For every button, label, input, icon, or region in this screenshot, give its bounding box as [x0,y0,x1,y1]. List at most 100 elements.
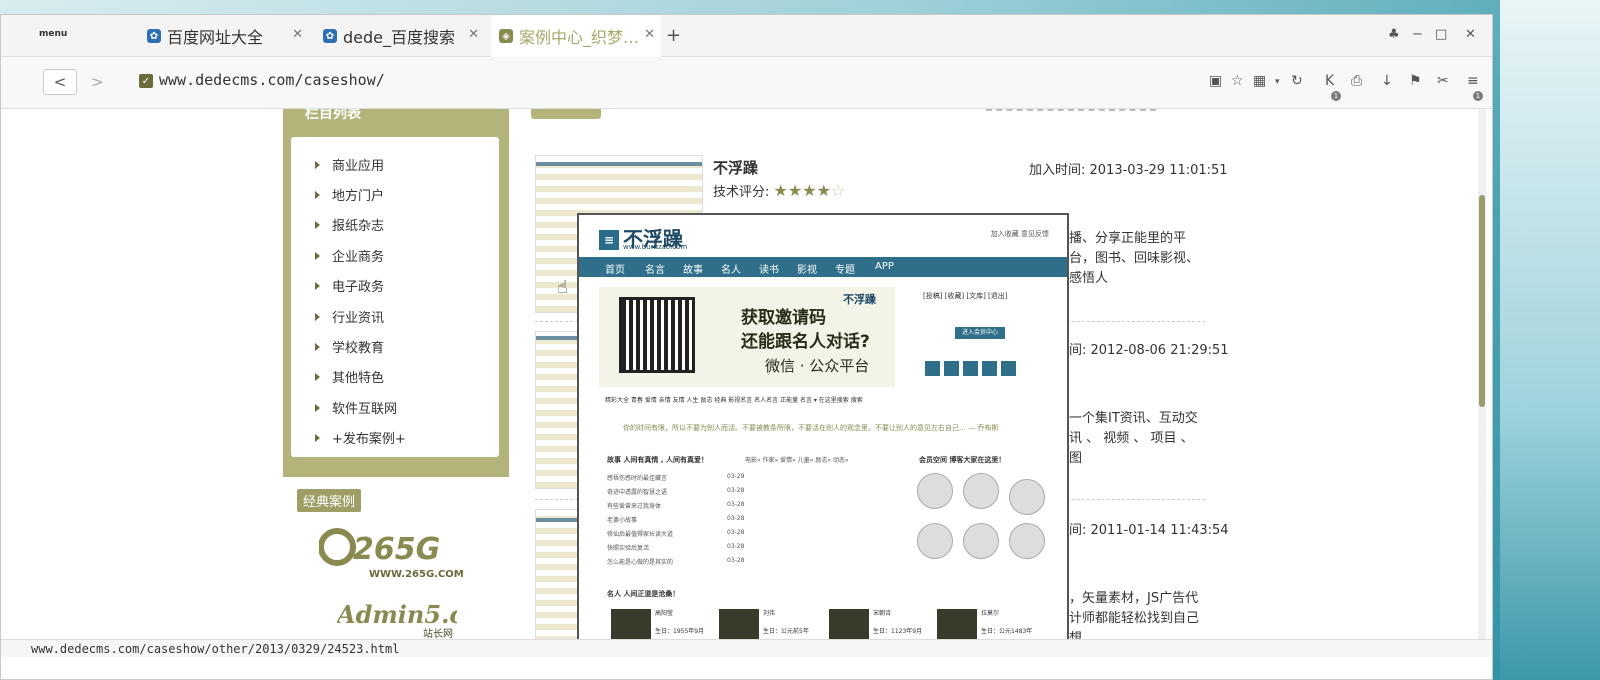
case-time: 加入时间: 2013-03-29 11:01:51 [1029,163,1228,178]
person-photo [937,609,977,639]
triangle-right-icon [315,161,320,169]
triangle-right-icon [315,282,320,290]
category-item[interactable]: 软件互联网 [315,398,397,417]
tab-caseshow[interactable]: ◈ 案例中心_织梦… ✕ [491,15,661,57]
case-description: 一个集IT资讯、互动交讯 、 视频 、 项目 、 图 [1069,411,1198,466]
minimize-button[interactable]: − [1412,27,1423,42]
case-title[interactable]: 不浮躁 [713,157,758,178]
triangle-right-icon [315,343,320,351]
star-icon: ★ [787,181,803,200]
social-icon [963,361,978,376]
triangle-right-icon [315,191,320,199]
member-avatar [1009,523,1045,559]
category-item[interactable]: 报纸杂志 [315,215,384,234]
bookmark-icon[interactable]: ⚑ [1409,73,1422,89]
preview-header: ≡ 不浮躁 www.buruzao.com 加入收藏 意见反馈 [579,215,1067,253]
preview-user-links: [投稿] [收藏] [文库] [退出] [923,292,1008,300]
tab-label: dede_百度搜索 [343,28,456,47]
triangle-right-icon [315,434,320,442]
publish-case-link[interactable]: +发布案例+ [315,428,406,447]
member-avatar [917,523,953,559]
close-icon[interactable]: ✕ [292,27,303,42]
thumbnail-bar [536,162,702,166]
svg-text:站长网: 站长网 [423,627,453,639]
print-icon[interactable]: ⎙ [1351,73,1362,89]
triangle-right-icon [315,313,320,321]
preview-login-button: 进入会员中心 [955,327,1005,339]
case-description: 播、分享正能里的平台，图书、回味影视、感悟人 [1069,231,1200,286]
category-item[interactable]: 商业应用 [315,155,384,174]
tab-bar: menu ✿ 百度网址大全 ✕ ✿ dede_百度搜索 ✕ ◈ 案例中心_织梦…… [1,15,1492,57]
star-icon[interactable]: ☆ [1231,73,1244,89]
maximize-button[interactable]: □ [1435,27,1447,42]
category-item[interactable]: 企业商务 [315,246,384,265]
new-tab-button[interactable]: + [666,25,681,46]
page-content: 栏目列表 商业应用 地方门户 报纸杂志 企业商务 电子政务 行业资讯 学校教育 … [1,109,1492,639]
close-icon[interactable]: ✕ [468,27,479,42]
case-description: ，矢量素材，JS广告代计师都能轻松找到自己想 [1069,591,1200,639]
case-preview-popup[interactable]: ≡ 不浮躁 www.buruzao.com 加入收藏 意见反馈 首页 名言 故事 … [577,213,1069,639]
chevron-down-icon[interactable]: ▾ [1275,77,1280,87]
list-header-tab [531,109,601,119]
menu-button[interactable]: menu [39,29,67,39]
tab-baidu-nav[interactable]: ✿ 百度网址大全 ✕ [139,15,309,57]
svg-text:265G: 265G [353,532,440,567]
refresh-icon[interactable]: ↻ [1291,73,1303,89]
triangle-right-icon [315,404,320,412]
desktop-wallpaper-right [1500,0,1600,680]
paw-icon: ✿ [323,29,337,43]
k-icon[interactable]: K [1325,73,1334,89]
address-bar: < > ✓ www.dedecms.com/caseshow/ ▣ ☆ ▦ ▾ … [1,57,1492,109]
menu-icon[interactable]: ≡ [1467,73,1479,89]
category-item[interactable]: 行业资讯 [315,307,384,326]
category-sidebar: 栏目列表 商业应用 地方门户 报纸杂志 企业商务 电子政务 行业资讯 学校教育 … [283,109,509,477]
logo-mark-icon: ≡ [599,230,619,250]
url-input[interactable]: www.dedecms.com/caseshow/ [159,71,385,89]
triangle-right-icon [315,373,320,381]
scrollbar-thumb[interactable] [1479,195,1485,407]
person-photo [829,609,869,639]
admin5-logo[interactable]: Admin5.com 站长网 [335,595,505,639]
star-icon: ★ [773,181,788,200]
vertical-scrollbar[interactable] [1478,109,1486,639]
member-avatar [963,523,999,559]
back-button[interactable]: < [43,69,77,95]
tab-baidu-search[interactable]: ✿ dede_百度搜索 ✕ [315,15,485,57]
qrcode-icon[interactable]: ▦ [1253,73,1266,89]
hand-cursor-icon: ☝ [557,277,568,298]
skin-icon[interactable]: ♣ [1388,27,1400,42]
category-item[interactable]: 地方门户 [315,185,384,204]
member-avatar [1009,479,1045,515]
sidebar-title: 栏目列表 [305,109,361,122]
notification-badge: 1 [1331,91,1341,101]
category-item[interactable]: 电子政务 [315,276,384,295]
close-window-button[interactable]: ✕ [1465,27,1476,42]
preview-section-story: 故事 人间有真情 , 人间有真爱！ [607,456,708,464]
scissors-icon[interactable]: ✂ [1437,73,1449,89]
person-photo [611,609,651,639]
download-icon[interactable]: ↓ [1381,73,1393,89]
preview-story-tabs: 电影» 作家» 爱情» 儿童» 励志» 动态» [745,457,849,464]
reader-icon[interactable]: ▣ [1209,73,1222,89]
social-icon [982,361,997,376]
svg-text:Admin5.com: Admin5.com [337,600,457,629]
preview-top-links: 加入收藏 意见反馈 [990,230,1049,238]
classic-cases-label: 经典案例 [297,489,362,512]
preview-section-people: 名人 人间正道是沧桑！ [607,590,680,598]
265g-logo[interactable]: 265G WWW.265G.COM [318,525,471,585]
preview-quote: 你的时间有限，所以不要为别人而活。不要被教条所限，不要活在别人的观念里。不要让别… [623,424,999,432]
triangle-right-icon [315,221,320,229]
category-item[interactable]: 学校教育 [315,337,384,356]
forward-button[interactable]: > [91,73,104,91]
status-bar: www.dedecms.com/caseshow/other/2013/0329… [1,639,1492,657]
social-icon [1001,361,1016,376]
tab-label: 案例中心_织梦… [519,28,640,47]
list-header-dash [986,109,1156,117]
preview-banner: 不浮躁 获取邀请码 还能跟名人对话? 微信 · 公众平台 [599,287,895,387]
svg-text:WWW.265G.COM: WWW.265G.COM [369,569,464,580]
paw-icon: ✿ [147,29,161,43]
qrcode-image [619,297,695,373]
case-rating: 技术评分: ★★★★☆ [713,181,846,200]
category-item[interactable]: 其他特色 [315,367,384,386]
close-icon[interactable]: ✕ [644,27,655,42]
